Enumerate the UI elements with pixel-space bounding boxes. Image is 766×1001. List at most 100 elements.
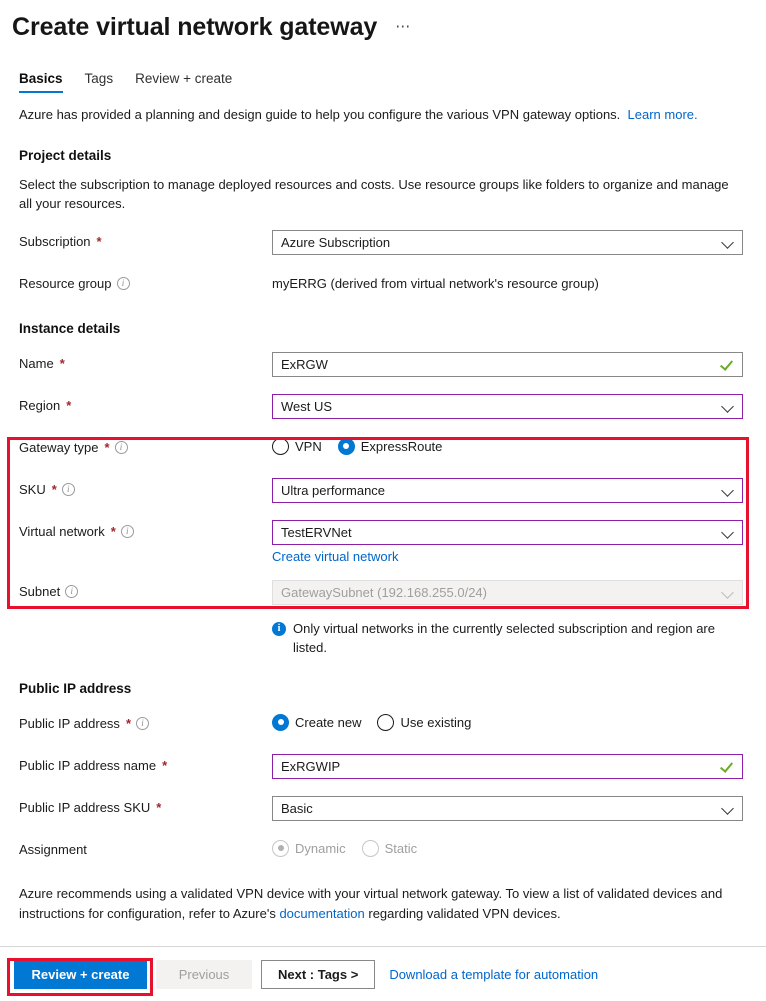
radio-icon <box>377 713 395 731</box>
radio-label: Use existing <box>400 714 472 730</box>
assignment-field: Dynamic Static <box>272 838 766 857</box>
subnet-field: GatewaySubnet (192.168.255.0/24) <box>272 579 766 605</box>
project-details-heading: Project details <box>19 147 112 163</box>
info-icon[interactable]: i <box>116 276 130 290</box>
subscription-value: Azure Subscription <box>281 234 391 250</box>
row-public-ip-name: Public IP address name * ExRGWIP <box>19 753 766 780</box>
radio-label: Static <box>384 840 418 856</box>
virtual-network-value: TestERVNet <box>281 524 352 540</box>
check-icon <box>720 759 734 773</box>
radio-icon <box>272 839 289 857</box>
learn-more-link[interactable]: Learn more. <box>628 107 698 122</box>
subscription-select[interactable]: Azure Subscription <box>272 229 743 255</box>
instance-details-heading: Instance details <box>19 320 121 336</box>
public-ip-sku-select[interactable]: Basic <box>272 795 743 821</box>
radio-public-ip-use-existing[interactable]: Use existing <box>377 713 472 731</box>
name-field: ExRGW <box>272 351 766 377</box>
info-icon[interactable]: i <box>65 584 79 598</box>
resource-group-label: Resource group i <box>19 272 272 291</box>
radio-assignment-static: Static <box>361 839 418 857</box>
info-filled-icon: i <box>272 621 286 636</box>
form-content: Azure has provided a planning and design… <box>0 106 766 924</box>
create-virtual-network-link[interactable]: Create virtual network <box>272 549 398 564</box>
chevron-down-icon[interactable] <box>722 236 734 248</box>
public-ip-sku-value: Basic <box>281 800 313 816</box>
chevron-down-icon <box>722 586 734 598</box>
radio-assignment-dynamic: Dynamic <box>272 839 346 857</box>
required-asterisk: * <box>162 757 168 773</box>
row-subnet: Subnet i GatewaySubnet (192.168.255.0/24… <box>19 579 766 606</box>
assignment-radio-group: Dynamic Static <box>272 838 766 857</box>
radio-gateway-type-vpn[interactable]: VPN <box>272 437 322 455</box>
radio-public-ip-create-new[interactable]: Create new <box>272 713 361 731</box>
radio-label: ExpressRoute <box>360 438 443 454</box>
intro-description: Azure has provided a planning and design… <box>19 107 621 122</box>
subscription-field: Azure Subscription <box>272 229 766 255</box>
virtual-network-select[interactable]: TestERVNet <box>272 519 743 545</box>
radio-gateway-type-expressroute[interactable]: ExpressRoute <box>337 437 443 455</box>
gateway-type-label: Gateway type * i <box>19 436 272 455</box>
info-icon[interactable]: i <box>136 716 149 730</box>
chevron-down-icon[interactable] <box>722 526 734 538</box>
chevron-down-icon[interactable] <box>722 484 734 496</box>
project-details-description: Select the subscription to manage deploy… <box>19 176 729 212</box>
subnet-label-text: Subnet <box>19 583 61 599</box>
region-label-text: Region <box>19 397 61 413</box>
gateway-type-radio-group: VPN ExpressRoute <box>272 436 766 455</box>
row-sku: SKU * i Ultra performance <box>19 477 766 504</box>
tab-bar: Basics Tags Review + create <box>0 71 766 93</box>
subnet-label: Subnet i <box>19 580 272 599</box>
subscription-label-text: Subscription <box>19 233 91 249</box>
chevron-down-icon[interactable] <box>722 400 734 412</box>
more-options-icon[interactable]: ⋯ <box>391 19 415 34</box>
review-create-button[interactable]: Review + create <box>14 959 147 989</box>
resource-group-value: myERRG (derived from virtual network's r… <box>272 275 599 291</box>
row-resource-group: Resource group i myERRG (derived from vi… <box>19 272 766 298</box>
sku-field: Ultra performance <box>272 477 766 503</box>
footnote-text-after: regarding validated VPN devices. <box>368 905 561 921</box>
next-tags-button[interactable]: Next : Tags > <box>261 959 376 989</box>
public-ip-address-label-text: Public IP address <box>19 715 120 731</box>
gateway-type-field: VPN ExpressRoute <box>272 436 766 455</box>
radio-icon <box>337 437 355 455</box>
required-asterisk: * <box>156 799 162 815</box>
region-select[interactable]: West US <box>272 393 743 419</box>
row-assignment: Assignment Dynamic Static <box>19 838 766 864</box>
public-ip-sku-label: Public IP address SKU * <box>19 796 272 815</box>
radio-icon <box>361 839 379 857</box>
radio-icon <box>272 713 289 731</box>
required-asterisk: * <box>125 715 131 731</box>
chevron-down-icon[interactable] <box>722 802 734 814</box>
row-gateway-type: Gateway type * i VPN ExpressRoute <box>19 436 766 462</box>
tab-tags[interactable]: Tags <box>85 71 114 93</box>
documentation-link[interactable]: documentation <box>279 906 364 921</box>
public-ip-name-input[interactable]: ExRGWIP <box>272 753 743 779</box>
page-title: Create virtual network gateway <box>12 13 378 41</box>
resource-group-label-text: Resource group <box>19 275 112 291</box>
region-value: West US <box>281 398 333 414</box>
radio-icon <box>272 437 289 455</box>
footer-action-bar: Review + create Previous Next : Tags > D… <box>0 946 766 1001</box>
info-icon[interactable]: i <box>114 440 128 454</box>
virtual-network-label-text: Virtual network <box>19 523 105 539</box>
sku-select[interactable]: Ultra performance <box>272 477 743 503</box>
public-ip-name-field: ExRGWIP <box>272 753 766 779</box>
info-icon[interactable]: i <box>120 524 134 538</box>
name-input[interactable]: ExRGW <box>272 351 743 377</box>
row-name: Name * ExRGW <box>19 351 766 378</box>
required-asterisk: * <box>51 481 57 497</box>
tab-basics[interactable]: Basics <box>19 71 63 93</box>
tab-review-create[interactable]: Review + create <box>135 71 232 93</box>
assignment-label-text: Assignment <box>19 841 87 857</box>
virtual-network-note: i Only virtual networks in the currently… <box>272 620 732 658</box>
public-ip-address-label: Public IP address * i <box>19 712 272 731</box>
public-ip-heading: Public IP address <box>19 680 132 696</box>
download-template-link[interactable]: Download a template for automation <box>389 967 598 982</box>
name-label: Name * <box>19 352 272 371</box>
row-public-ip-address: Public IP address * i Create new Use exis… <box>19 712 766 738</box>
assignment-label: Assignment <box>19 838 272 857</box>
vpn-device-footnote: Azure recommends using a validated VPN d… <box>19 884 741 924</box>
subscription-label: Subscription * <box>19 230 272 249</box>
info-icon[interactable]: i <box>61 482 75 496</box>
public-ip-name-value: ExRGWIP <box>281 758 341 774</box>
